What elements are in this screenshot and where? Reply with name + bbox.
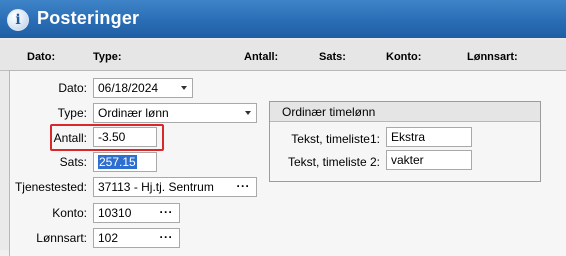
tjenestested-field[interactable]: 37113 - Hj.tj. Sentrum ···	[93, 177, 257, 197]
tjenestested-label: Tjenestested:	[14, 180, 87, 194]
type-value: Ordinær lønn	[98, 106, 169, 120]
type-label: Type:	[57, 106, 87, 120]
window-title: Posteringer	[37, 8, 140, 28]
tekst-timeliste1-value: Ekstra	[391, 130, 426, 144]
column-header-sats[interactable]: Sats:	[319, 51, 346, 63]
title-bar: i Posteringer	[0, 0, 566, 39]
type-dropdown[interactable]: Ordinær lønn	[93, 103, 257, 123]
sats-value: 257.15	[98, 155, 137, 169]
info-icon: i	[7, 9, 29, 31]
highlight-box	[50, 124, 164, 151]
tekst-timeliste2-value: vakter	[391, 153, 424, 167]
lonnsart-value: 102	[98, 231, 119, 245]
group-title: Ordinær timelønn	[282, 105, 376, 119]
column-header-antall[interactable]: Antall:	[244, 51, 278, 63]
ellipsis-icon[interactable]: ···	[160, 206, 174, 219]
sats-field[interactable]: 257.15	[93, 152, 157, 172]
dato-field[interactable]: 06/18/2024	[93, 78, 193, 98]
column-header-lonnsart[interactable]: Lønnsart:	[467, 51, 518, 63]
dato-value: 06/18/2024	[98, 81, 159, 95]
tekst-timeliste2-field[interactable]: vakter	[386, 150, 472, 170]
column-header-dato[interactable]: Dato:	[27, 51, 55, 63]
tjenestested-value: 37113 - Hj.tj. Sentrum	[98, 180, 214, 194]
ellipsis-icon[interactable]: ···	[237, 180, 251, 193]
chevron-down-icon[interactable]	[181, 86, 187, 90]
chevron-down-icon[interactable]	[245, 111, 251, 115]
sats-label: Sats:	[59, 155, 87, 169]
tekst-timeliste2-label: Tekst, timeliste 2:	[287, 155, 380, 169]
group-header: Ordinær timelønn	[270, 102, 540, 122]
lonnsart-field[interactable]: 102 ···	[93, 228, 180, 248]
dato-label: Dato:	[58, 81, 87, 95]
konto-field[interactable]: 10310 ···	[93, 203, 180, 223]
tekst-timeliste1-label: Tekst, timeliste1:	[291, 132, 380, 146]
konto-value: 10310	[98, 206, 132, 220]
column-header-konto[interactable]: Konto:	[386, 51, 421, 63]
column-header-type[interactable]: Type:	[93, 51, 122, 63]
column-header-row: Dato: Type: Antall: Sats: Konto: Lønnsar…	[0, 40, 566, 71]
tekst-timeliste1-field[interactable]: Ekstra	[386, 127, 472, 147]
lonnsart-label: Lønnsart:	[36, 231, 87, 245]
konto-label: Konto:	[52, 206, 87, 220]
ellipsis-icon[interactable]: ···	[160, 231, 174, 244]
